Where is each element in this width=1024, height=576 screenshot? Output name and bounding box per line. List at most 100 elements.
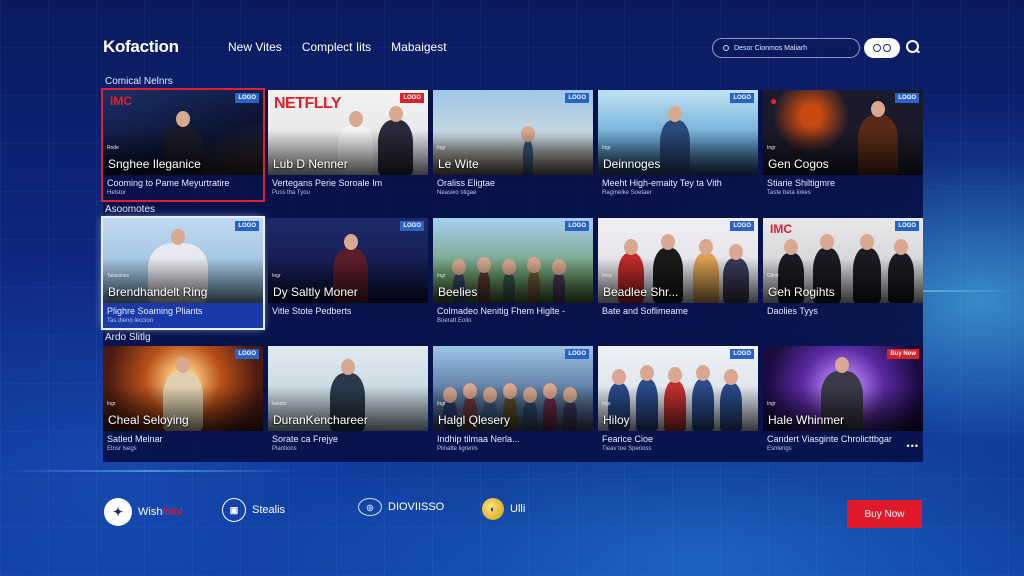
media-card[interactable]: LOGO Ingr Cheal Seloying Satled Melnar Etnsr… <box>103 346 263 456</box>
card-tag: Talasshes <box>107 273 130 279</box>
top-nav: New Vites Complect Iits Mabaigest <box>228 40 447 54</box>
media-card[interactable]: Buy Now Ingr Hale Whinmer Candert Viasginte… <box>763 346 923 456</box>
card-description: Meeht High-emaity Tey ta Vith <box>602 178 722 188</box>
card-tag: Ingr <box>437 145 446 151</box>
card-badge: LOGO <box>400 93 424 103</box>
partner-stealis[interactable]: ▣ Stealis <box>222 498 285 522</box>
card-tag: Gilmr <box>767 273 779 279</box>
partner-disc[interactable]: ◎ DIOVIISSO <box>358 498 444 516</box>
stealis-icon: ▣ <box>222 498 246 522</box>
media-card[interactable]: LOGO Talasshes Brendhandelt Ring Plighre So… <box>101 216 265 330</box>
card-description: Cooming to Pame Meyurtratire <box>107 178 230 188</box>
search-small-icon <box>723 45 729 51</box>
card-row: LOGO Talasshes Brendhandelt Ring Plighre So… <box>101 216 923 330</box>
more-options-icon[interactable]: ••• <box>907 441 919 451</box>
card-subtext: Plantions <box>272 446 297 452</box>
card-badge: LOGO <box>235 93 259 103</box>
card-title: Brendhandelt Ring <box>108 285 208 299</box>
card-row: IMC LOGO Rode Snghee Ileganice Cooming to Pa… <box>101 88 923 202</box>
brand-logo: NETFLLY <box>274 95 342 112</box>
card-tag: Ingr <box>602 401 611 407</box>
card-description: Colmadeo Nenitig Fhem Higlte - <box>437 306 566 316</box>
view-toggle-button[interactable] <box>864 38 900 58</box>
card-subtext: Etnsr lsegs <box>107 446 137 452</box>
card-badge: Buy Now <box>887 349 919 359</box>
media-card[interactable]: LOGO Ingr Le Wite Oraliss Eligtae Neaswo sti… <box>433 90 593 200</box>
media-card[interactable]: LOGO Intrs Beadlee Shr... Bate and Soflimea… <box>598 218 758 328</box>
channel-logo-icon: IMC <box>770 222 792 236</box>
card-subtext: Puss tha Tyou <box>272 190 310 196</box>
card-badge: LOGO <box>730 221 754 231</box>
search-input[interactable]: Desor Cionmos Maliarh <box>712 38 860 58</box>
card-badge: LOGO <box>235 221 259 231</box>
search-icon[interactable] <box>906 40 920 54</box>
card-subtext: Helstor <box>107 190 127 196</box>
media-card[interactable]: IMC LOGO Rode Snghee Ileganice Cooming to Pa… <box>101 88 265 202</box>
card-badge: LOGO <box>895 93 919 103</box>
card-title: Gen Cogos <box>768 157 829 171</box>
media-card[interactable]: LOGO Ingr Hiloy Fearice Cioe Tieav toe Speri… <box>598 346 758 456</box>
card-description: Fearice Cioe <box>602 434 654 444</box>
card-title: Hiloy <box>603 413 630 427</box>
card-description: Sorate ca Frejye <box>272 434 339 444</box>
card-description: Indhip tilmaa Nerla... <box>437 434 520 444</box>
nav-item-manage[interactable]: Mabaigest <box>391 40 446 54</box>
search-placeholder: Desor Cionmos Maliarh <box>734 44 808 52</box>
card-description: Bate and Soflimeame <box>602 306 689 316</box>
card-subtext: Neaswo stigae <box>437 190 477 196</box>
card-row: LOGO Ingr Cheal Seloying Satled Melnar Etnsr… <box>103 346 923 456</box>
card-title: Halgl Qlesery <box>438 413 511 427</box>
media-card[interactable]: LOGO Ingr Beelies Colmadeo Nenitig Fhem Hig… <box>433 218 593 328</box>
card-title: Dy Saltly Moner <box>273 285 358 299</box>
card-title: Snghee Ileganice <box>108 157 201 171</box>
card-title: DuranKenchareer <box>273 413 368 427</box>
nav-item-complete[interactable]: Complect Iits <box>302 40 371 54</box>
partner-wish[interactable]: ✦ Wishlolol <box>104 498 182 526</box>
card-description: Vitle Stote Pedberts <box>272 306 352 316</box>
card-subtext: Tas dieno leccion <box>107 318 154 324</box>
media-card[interactable]: IMC LOGO Gilmr Geh Rogihts Daolies Tyys <box>763 218 923 328</box>
card-tag: Rode <box>107 145 119 151</box>
card-badge: LOGO <box>235 349 259 359</box>
card-tag: Iwonts <box>272 401 287 407</box>
card-badge: LOGO <box>730 93 754 103</box>
gold-icon: ◐ <box>482 498 504 520</box>
card-tag: Ingr <box>437 273 446 279</box>
card-subtext: Plinatte ligrenls <box>437 446 478 452</box>
card-tag: Ingr <box>437 401 446 407</box>
card-tag: Ingr <box>767 401 776 407</box>
card-badge: LOGO <box>565 221 589 231</box>
card-title: Hale Whinmer <box>768 413 845 427</box>
toggle-circle-icon <box>883 44 891 52</box>
card-description: Satled Melnar <box>107 434 163 444</box>
card-description: Daolies Tyys <box>767 306 818 316</box>
card-description: Vertegans Perie Soroale Im <box>272 178 383 188</box>
card-title: Deinnoges <box>603 157 661 171</box>
partner-gold[interactable]: ◐ Ulli <box>482 498 525 520</box>
card-tag: Ingr <box>272 273 281 279</box>
section-title: Asoomotes <box>105 204 156 215</box>
section-title: Comical Nelnrs <box>105 76 173 87</box>
partner-label: Ulli <box>510 503 526 515</box>
media-card[interactable]: Iwonts DuranKenchareer Sorate ca Frejye Pla… <box>268 346 428 456</box>
card-subtext: Ragmelke Soetaer <box>602 190 652 196</box>
card-tag: Intrs <box>602 273 612 279</box>
card-subtext: Taste beta Iokes <box>767 190 811 196</box>
card-subtext: Tieav toe Sperioss <box>602 446 652 452</box>
disc-icon: ◎ <box>358 498 382 516</box>
card-description: Candert Viasginte Chrolicttbgar <box>767 434 892 444</box>
media-card[interactable]: LOGO Ingr Deinnoges Meeht High-emaity Tey t… <box>598 90 758 200</box>
partner-label: Stealis <box>252 504 286 516</box>
card-badge: LOGO <box>400 221 424 231</box>
app-logo[interactable]: Kofaction <box>103 37 179 57</box>
card-title: Beadlee Shr... <box>603 285 679 299</box>
buy-now-button[interactable]: Buy Now <box>847 500 922 528</box>
media-card[interactable]: LOGO Ingr Halgl Qlesery Indhip tilmaa Nerla… <box>433 346 593 456</box>
section-title: Ardo Slitlg <box>105 332 151 343</box>
media-card[interactable]: NETFLLY LOGO Lub D Nenner Vertegans Perie S… <box>268 90 428 200</box>
media-card[interactable]: LOGO Ingr Dy Saltly Moner Vitle Stote Pedbe… <box>268 218 428 328</box>
media-card[interactable]: ● LOGO Ingr Gen Cogos Stiarie Shiltigmre Tast… <box>763 90 923 200</box>
nav-item-new[interactable]: New Vites <box>228 40 282 54</box>
card-title: Cheal Seloying <box>108 413 189 427</box>
card-tag: Ingr <box>602 145 611 151</box>
